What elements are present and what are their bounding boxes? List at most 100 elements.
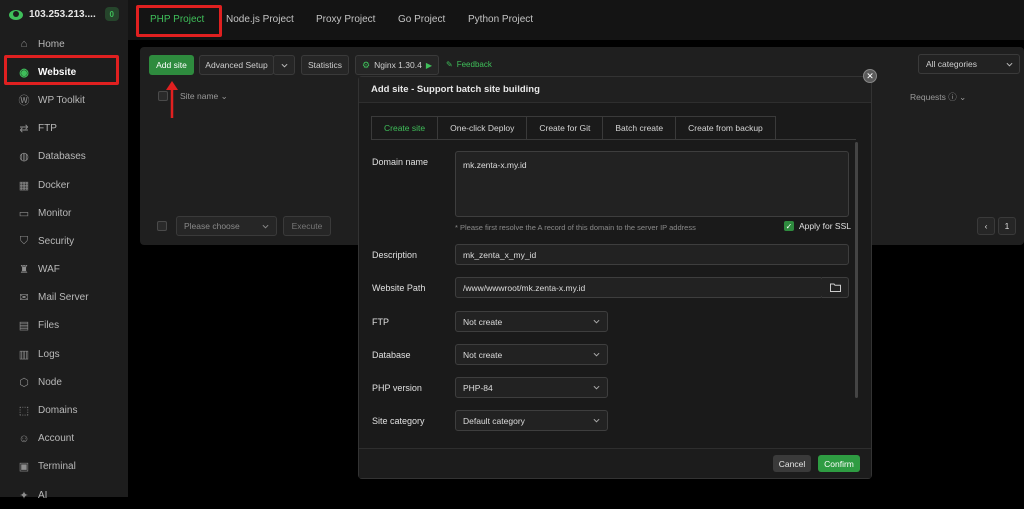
bulk-placeholder: Please choose xyxy=(184,221,240,231)
bulk-action-select[interactable]: Please choose xyxy=(176,216,277,236)
database-value: Not create xyxy=(463,349,503,360)
sidebar-item-waf[interactable]: ♜ WAF xyxy=(0,256,128,284)
sidebar-item-label: WP Toolkit xyxy=(38,94,85,106)
sidebar-item-wp-toolkit[interactable]: Ⓦ WP Toolkit xyxy=(0,86,128,114)
chevron-down-icon xyxy=(593,418,600,423)
tab-go-project[interactable]: Go Project xyxy=(398,14,445,25)
database-icon: ◍ xyxy=(19,151,29,164)
tab-batch-create[interactable]: Batch create xyxy=(603,116,677,140)
database-select[interactable]: Not create xyxy=(455,344,608,365)
sidebar-item-label: AI xyxy=(38,489,48,501)
tab-nodejs-project[interactable]: Node.js Project xyxy=(226,14,294,25)
advanced-setup-dropdown[interactable] xyxy=(273,55,295,75)
description-input[interactable]: mk_zenta_x_my_id xyxy=(455,244,849,265)
cancel-button[interactable]: Cancel xyxy=(773,455,811,472)
sidebar-item-label: Files xyxy=(38,320,60,332)
server-badge: 0 xyxy=(104,7,119,21)
sidebar-item-databases[interactable]: ◍ Databases xyxy=(0,143,128,171)
sidebar-item-ai[interactable]: ✦ AI xyxy=(0,481,128,509)
modal-title: Add site - Support batch site building xyxy=(359,77,871,103)
tab-create-site[interactable]: Create site xyxy=(371,116,439,140)
site-category-value: Default category xyxy=(463,415,525,426)
site-category-select[interactable]: Default category xyxy=(455,410,608,431)
page-number[interactable]: 1 xyxy=(998,217,1016,235)
tab-python-project[interactable]: Python Project xyxy=(468,14,533,25)
gear-icon: ⚙ xyxy=(362,59,371,70)
logs-icon: ▥ xyxy=(18,348,30,361)
sidebar-item-home[interactable]: ⌂ Home xyxy=(0,30,128,58)
domain-textarea[interactable]: mk.zenta-x.my.id xyxy=(455,151,849,217)
sidebar-item-label: Account xyxy=(38,433,75,445)
feedback-link[interactable]: ✎ Feedback xyxy=(446,60,492,69)
advanced-setup-button[interactable]: Advanced Setup xyxy=(199,55,274,75)
node-icon: ⬡ xyxy=(19,376,29,389)
confirm-button[interactable]: Confirm xyxy=(818,455,860,472)
column-requests[interactable]: Requests ⓘ ⌄ xyxy=(910,91,966,103)
edit-icon: ✎ xyxy=(446,60,453,69)
site-name-label: Site name xyxy=(180,91,219,101)
bulk-checkbox[interactable] xyxy=(157,221,167,231)
sidebar-item-files[interactable]: ▤ Files xyxy=(0,312,128,340)
folder-button[interactable] xyxy=(822,277,849,298)
requests-label: Requests xyxy=(910,92,946,102)
execute-button[interactable]: Execute xyxy=(283,216,331,236)
highlight-website xyxy=(4,55,119,85)
tab-create-for-git[interactable]: Create for Git xyxy=(527,116,604,140)
sidebar-item-security[interactable]: ⛉ Security xyxy=(0,227,128,255)
transfer-icon: ⇄ xyxy=(19,123,29,136)
ssl-checkbox[interactable]: ✓ Apply for SSL xyxy=(784,221,851,231)
path-input[interactable]: /www/wwwroot/mk.zenta-x.my.id xyxy=(455,277,823,298)
sidebar-item-docker[interactable]: ▦ Docker xyxy=(0,171,128,199)
sidebar-item-ftp[interactable]: ⇄ FTP xyxy=(0,115,128,143)
ftp-select[interactable]: Not create xyxy=(455,311,608,332)
database-label: Database xyxy=(372,350,411,360)
category-select[interactable]: All categories xyxy=(918,54,1020,74)
sidebar-item-label: Domains xyxy=(38,405,78,417)
close-icon[interactable]: ✕ xyxy=(863,69,877,83)
sidebar-item-monitor[interactable]: ▭ Monitor xyxy=(0,199,128,227)
nginx-status-button[interactable]: ⚙ Nginx 1.30.4 ▶ xyxy=(355,55,439,75)
column-site-name[interactable]: Site name ⌄ xyxy=(180,91,228,102)
tab-one-click-deploy[interactable]: One-click Deploy xyxy=(438,116,528,140)
tab-proxy-project[interactable]: Proxy Project xyxy=(316,14,375,25)
php-version-select[interactable]: PHP-84 xyxy=(455,377,608,398)
ai-icon: ✦ xyxy=(19,489,29,502)
modal-tabs: Create site One-click Deploy Create for … xyxy=(371,116,776,140)
server-ip: 103.253.213.... xyxy=(29,8,96,20)
firewall-icon: ♜ xyxy=(19,264,29,277)
logo-icon xyxy=(9,10,23,20)
add-site-button[interactable]: Add site xyxy=(149,55,194,75)
highlight-php-tab xyxy=(136,5,222,37)
category-value: All categories xyxy=(926,59,978,69)
folder-icon: ▤ xyxy=(18,320,30,333)
ftp-label: FTP xyxy=(372,317,389,327)
sidebar-item-label: Logs xyxy=(38,348,60,360)
sidebar-item-label: Mail Server xyxy=(38,292,89,304)
domain-label: Domain name xyxy=(372,157,429,167)
php-version-label: PHP version xyxy=(372,383,422,393)
tab-create-from-backup[interactable]: Create from backup xyxy=(676,116,776,140)
sidebar-item-account[interactable]: ☺ Account xyxy=(0,425,128,453)
statistics-button[interactable]: Statistics xyxy=(301,55,349,75)
domains-icon: ⬚ xyxy=(18,405,30,418)
check-icon: ✓ xyxy=(784,221,794,231)
description-label: Description xyxy=(372,250,418,260)
modal-scrollbar[interactable] xyxy=(855,142,858,398)
sidebar-item-terminal[interactable]: ▣ Terminal xyxy=(0,453,128,481)
prev-page-button[interactable]: ‹ xyxy=(977,217,995,235)
sidebar-item-logs[interactable]: ▥ Logs xyxy=(0,340,128,368)
chevron-down-icon xyxy=(262,224,269,229)
mail-icon: ✉ xyxy=(19,292,29,305)
sidebar-item-label: Monitor xyxy=(38,207,72,219)
sidebar-item-mail-server[interactable]: ✉ Mail Server xyxy=(0,284,128,312)
sidebar-item-domains[interactable]: ⬚ Domains xyxy=(0,396,128,424)
shield-icon: ⛉ xyxy=(19,234,29,247)
chevron-down-icon xyxy=(281,63,287,68)
home-icon: ⌂ xyxy=(20,38,28,51)
folder-icon xyxy=(829,283,841,292)
sidebar-item-node[interactable]: ⬡ Node xyxy=(0,368,128,396)
domain-value: mk.zenta-x.my.id xyxy=(463,160,527,170)
server-header[interactable]: 103.253.213.... 0 xyxy=(8,6,119,22)
monitor-icon: ▭ xyxy=(18,207,30,220)
path-value: /www/wwwroot/mk.zenta-x.my.id xyxy=(463,282,586,293)
